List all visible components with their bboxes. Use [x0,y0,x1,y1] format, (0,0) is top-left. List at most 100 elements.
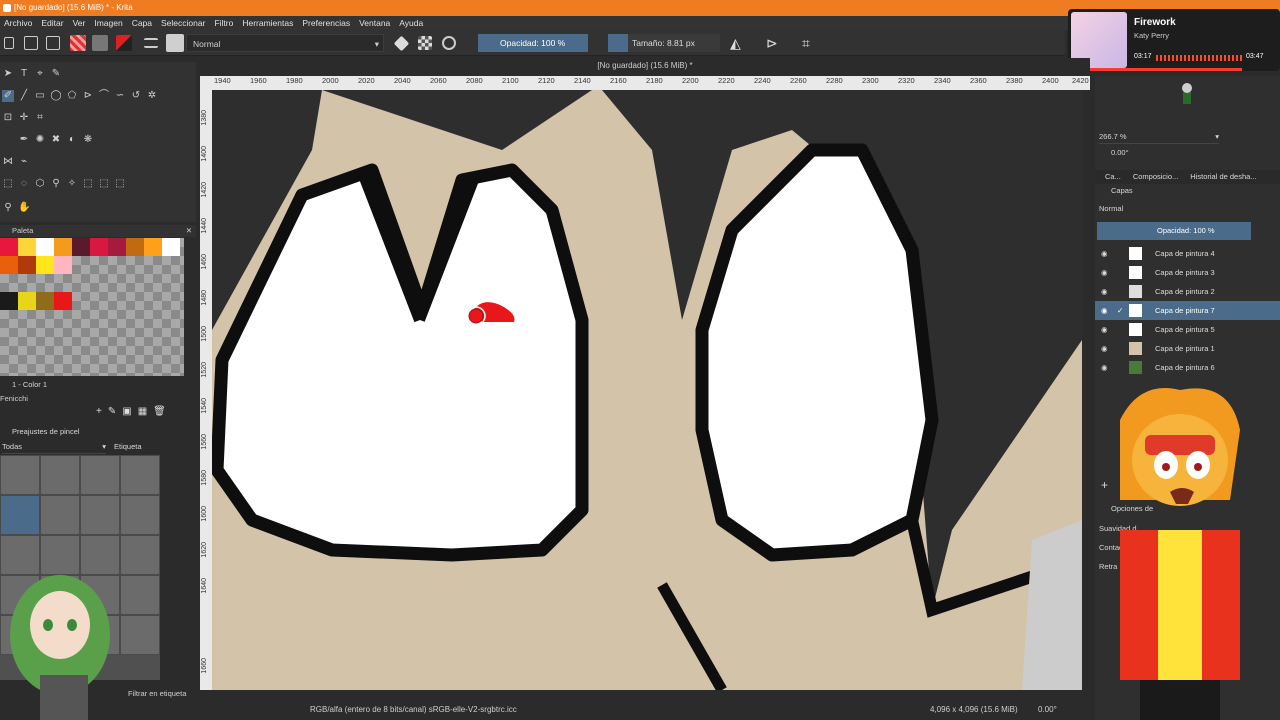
brush-preset[interactable] [120,455,160,495]
size-slider[interactable]: Tamaño: 8.81 px [608,34,720,52]
eye-icon[interactable]: ◉ [1101,301,1108,320]
move-tool-icon[interactable]: ✛ [18,112,30,124]
polygon-tool-icon[interactable]: ⬠ [66,90,78,102]
calligraphy-icon[interactable]: ✎ [50,68,62,80]
swatch-13[interactable] [0,292,18,310]
multibrush-icon[interactable]: ✲ [146,90,158,102]
swatch-10[interactable] [0,256,18,274]
swatch-1[interactable] [18,238,36,256]
select-tool-icon[interactable]: ➤ [2,68,14,80]
eye-icon[interactable]: ◉ [1101,358,1108,377]
menu-filtro[interactable]: Filtro [214,16,233,30]
fg-bg-color-icon[interactable] [116,35,132,51]
menu-ventana[interactable]: Ventana [359,16,390,30]
layer-blend-select[interactable]: Normal [1099,204,1259,216]
swatch-6[interactable] [108,238,126,256]
preset-filter-select[interactable]: Todas ▾ [2,442,106,454]
save-palette-icon[interactable]: ▣ [122,406,131,417]
ellipse-tool-icon[interactable]: ◯ [50,90,62,102]
smart-patch-icon[interactable]: ✺ [34,134,46,146]
swatch-14[interactable] [18,292,36,310]
crop-tool-icon[interactable]: ⌗ [34,112,46,124]
mirror-vertical-icon[interactable]: ⊳ [766,36,780,50]
crop-icon[interactable]: ⌗ [802,36,816,50]
rotation-input[interactable]: 0.00° [1111,148,1155,160]
measure-tool-icon[interactable]: ⌁ [18,156,30,168]
bezier-select-icon[interactable]: ⬚ [98,178,110,190]
swatch-4[interactable] [72,238,90,256]
ellipse-select-icon[interactable]: ◌ [18,178,30,190]
dynamic-brush-icon[interactable]: ↺ [130,90,142,102]
tab-capas[interactable]: Ca... [1105,170,1121,184]
swatch-11[interactable] [18,256,36,274]
layer-row[interactable]: ◉ Capa de pintura 3 [1095,263,1280,282]
canvas-tab[interactable]: [No guardado] (15.6 MiB) * [200,58,1090,74]
pattern-icon[interactable] [92,35,108,51]
zoom-select[interactable]: 266.7 % ▾ [1099,132,1219,144]
drawing-canvas[interactable] [212,90,1082,690]
polygon-select-icon[interactable]: ⬡ [34,178,46,190]
edit-icon[interactable]: ✎ [108,406,116,417]
brush-preset[interactable] [80,455,120,495]
contiguous-select-icon[interactable]: ✧ [66,178,78,190]
swatch-8[interactable] [144,238,162,256]
similar-select-icon[interactable]: ⬚ [82,178,94,190]
rotation-status[interactable]: 0.00° [1038,700,1057,720]
blend-mode-select[interactable]: Normal ▾ [186,34,384,52]
edit-shapes-icon[interactable]: ⌖ [34,68,46,80]
menu-preferencias[interactable]: Preferencias [302,16,350,30]
menu-seleccionar[interactable]: Seleccionar [161,16,205,30]
tag-label[interactable]: Etiqueta [114,442,142,451]
freehand-path-icon[interactable]: ∽ [114,90,126,102]
fill-tool-icon[interactable]: ✖ [50,134,62,146]
open-folder-icon[interactable] [24,36,38,50]
menu-ver[interactable]: Ver [73,16,86,30]
delete-icon[interactable]: 🗑 [153,406,166,417]
layer-row[interactable]: ◉ Capa de pintura 1 [1095,339,1280,358]
menu-ayuda[interactable]: Ayuda [399,16,423,30]
assistant-tool-icon[interactable]: ⋈ [2,156,14,168]
brush-preset[interactable] [0,455,40,495]
bezier-tool-icon[interactable]: ⌒ [98,90,110,102]
line-tool-icon[interactable]: ╱ [18,90,30,102]
eye-icon[interactable]: ◉ [1101,339,1108,358]
layer-row[interactable]: ◉ Capa de pintura 2 [1095,282,1280,301]
reload-icon[interactable] [442,36,456,50]
swatch-16[interactable] [54,292,72,310]
swatch-15[interactable] [36,292,54,310]
eye-icon[interactable]: ◉ [1101,282,1108,301]
freehand-brush-icon[interactable]: ✐ [2,90,14,102]
swatch-12[interactable] [36,256,54,274]
freehand-select-icon[interactable]: ⚲ [50,178,62,190]
brush-settings-icon[interactable] [144,38,158,48]
color-picker-icon[interactable]: ✒ [18,134,30,146]
pan-tool-icon[interactable]: ✋ [18,202,30,214]
transform-tool-icon[interactable]: ⊡ [2,112,14,124]
layer-row-selected[interactable]: ◉ ✓ Capa de pintura 7 [1095,301,1280,320]
menu-capa[interactable]: Capa [132,16,152,30]
eye-icon[interactable]: ◉ [1101,263,1108,282]
save-icon[interactable] [46,36,60,50]
rect-select-icon[interactable]: ⬚ [2,178,14,190]
menu-imagen[interactable]: Imagen [94,16,122,30]
grid-icon[interactable]: ▦ [138,406,147,417]
menu-editar[interactable]: Editar [41,16,63,30]
gradient-icon[interactable] [70,35,86,51]
preserve-alpha-icon[interactable] [418,36,432,50]
brush-preset[interactable] [120,615,160,655]
layer-row[interactable]: ◉ Capa de pintura 5 [1095,320,1280,339]
opacity-slider[interactable]: Opacidad: 100 % [478,34,588,52]
mirror-horizontal-icon[interactable]: ◭ [730,36,744,50]
rectangle-tool-icon[interactable]: ▭ [34,90,46,102]
zoom-tool-icon[interactable]: ⚲ [2,202,14,214]
swatch-9[interactable] [162,238,180,256]
swatch-3[interactable] [54,238,72,256]
brush-preset[interactable] [120,535,160,575]
close-icon[interactable]: ✕ [186,225,192,237]
gradient-tool-icon[interactable]: ◐ [66,134,78,146]
brush-preset[interactable] [120,575,160,615]
text-tool-icon[interactable]: T [18,68,30,80]
polyline-tool-icon[interactable]: ⊳ [82,90,94,102]
eye-icon[interactable]: ◉ [1101,244,1108,263]
tab-historial[interactable]: Historial de desha... [1190,170,1256,184]
